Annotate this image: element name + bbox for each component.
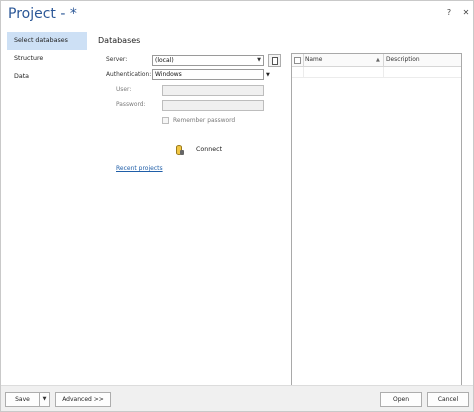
password-field[interactable] (162, 100, 264, 111)
sidebar-item-select-databases[interactable]: Select databases (7, 32, 87, 50)
save-button[interactable]: Save (5, 392, 40, 407)
open-button[interactable]: Open (380, 392, 422, 407)
recent-projects-link[interactable]: Recent projects (116, 165, 163, 172)
chevron-down-icon: ▼ (257, 57, 261, 63)
advanced-button[interactable]: Advanced >> (55, 392, 111, 407)
authentication-label: Authentication: (106, 72, 152, 78)
sidebar-nav: Select databases Structure Data (7, 32, 87, 86)
close-button[interactable]: ✕ (460, 7, 472, 19)
window-title: Project - * (8, 6, 77, 22)
connect-label: Connect (196, 146, 223, 153)
authentication-value: Windows (155, 71, 182, 78)
sort-ascending-icon: ▲ (376, 57, 380, 63)
table-row[interactable] (292, 67, 461, 78)
sidebar-item-data[interactable]: Data (7, 68, 87, 86)
section-title: Databases (98, 36, 141, 45)
user-label: User: (116, 87, 132, 93)
column-header-name[interactable]: Name (305, 57, 322, 63)
databases-grid[interactable]: Name ▲ Description (291, 53, 462, 386)
database-connect-icon (175, 144, 185, 157)
server-value: (local) (155, 57, 174, 64)
sidebar-item-structure[interactable]: Structure (7, 50, 87, 68)
server-combo[interactable]: (local) ▼ (152, 55, 264, 66)
chevron-down-icon[interactable]: ▼ (266, 72, 270, 78)
user-field[interactable] (162, 85, 264, 96)
server-browse-button[interactable] (268, 54, 281, 67)
project-dialog: Project - * ? ✕ Select databases Structu… (0, 0, 474, 412)
chevron-down-icon[interactable]: ▼ (39, 392, 50, 407)
grid-header: Name ▲ Description (292, 54, 461, 67)
server-label: Server: (106, 57, 128, 63)
remember-password-label: Remember password (173, 118, 236, 124)
authentication-combo[interactable]: Windows (152, 69, 264, 80)
select-all-checkbox[interactable] (294, 57, 301, 64)
password-label: Password: (116, 102, 146, 108)
help-button[interactable]: ? (443, 7, 455, 19)
server-browse-icon (272, 57, 278, 65)
column-header-description[interactable]: Description (386, 57, 420, 63)
cancel-button[interactable]: Cancel (427, 392, 469, 407)
remember-password-checkbox[interactable] (162, 117, 169, 124)
